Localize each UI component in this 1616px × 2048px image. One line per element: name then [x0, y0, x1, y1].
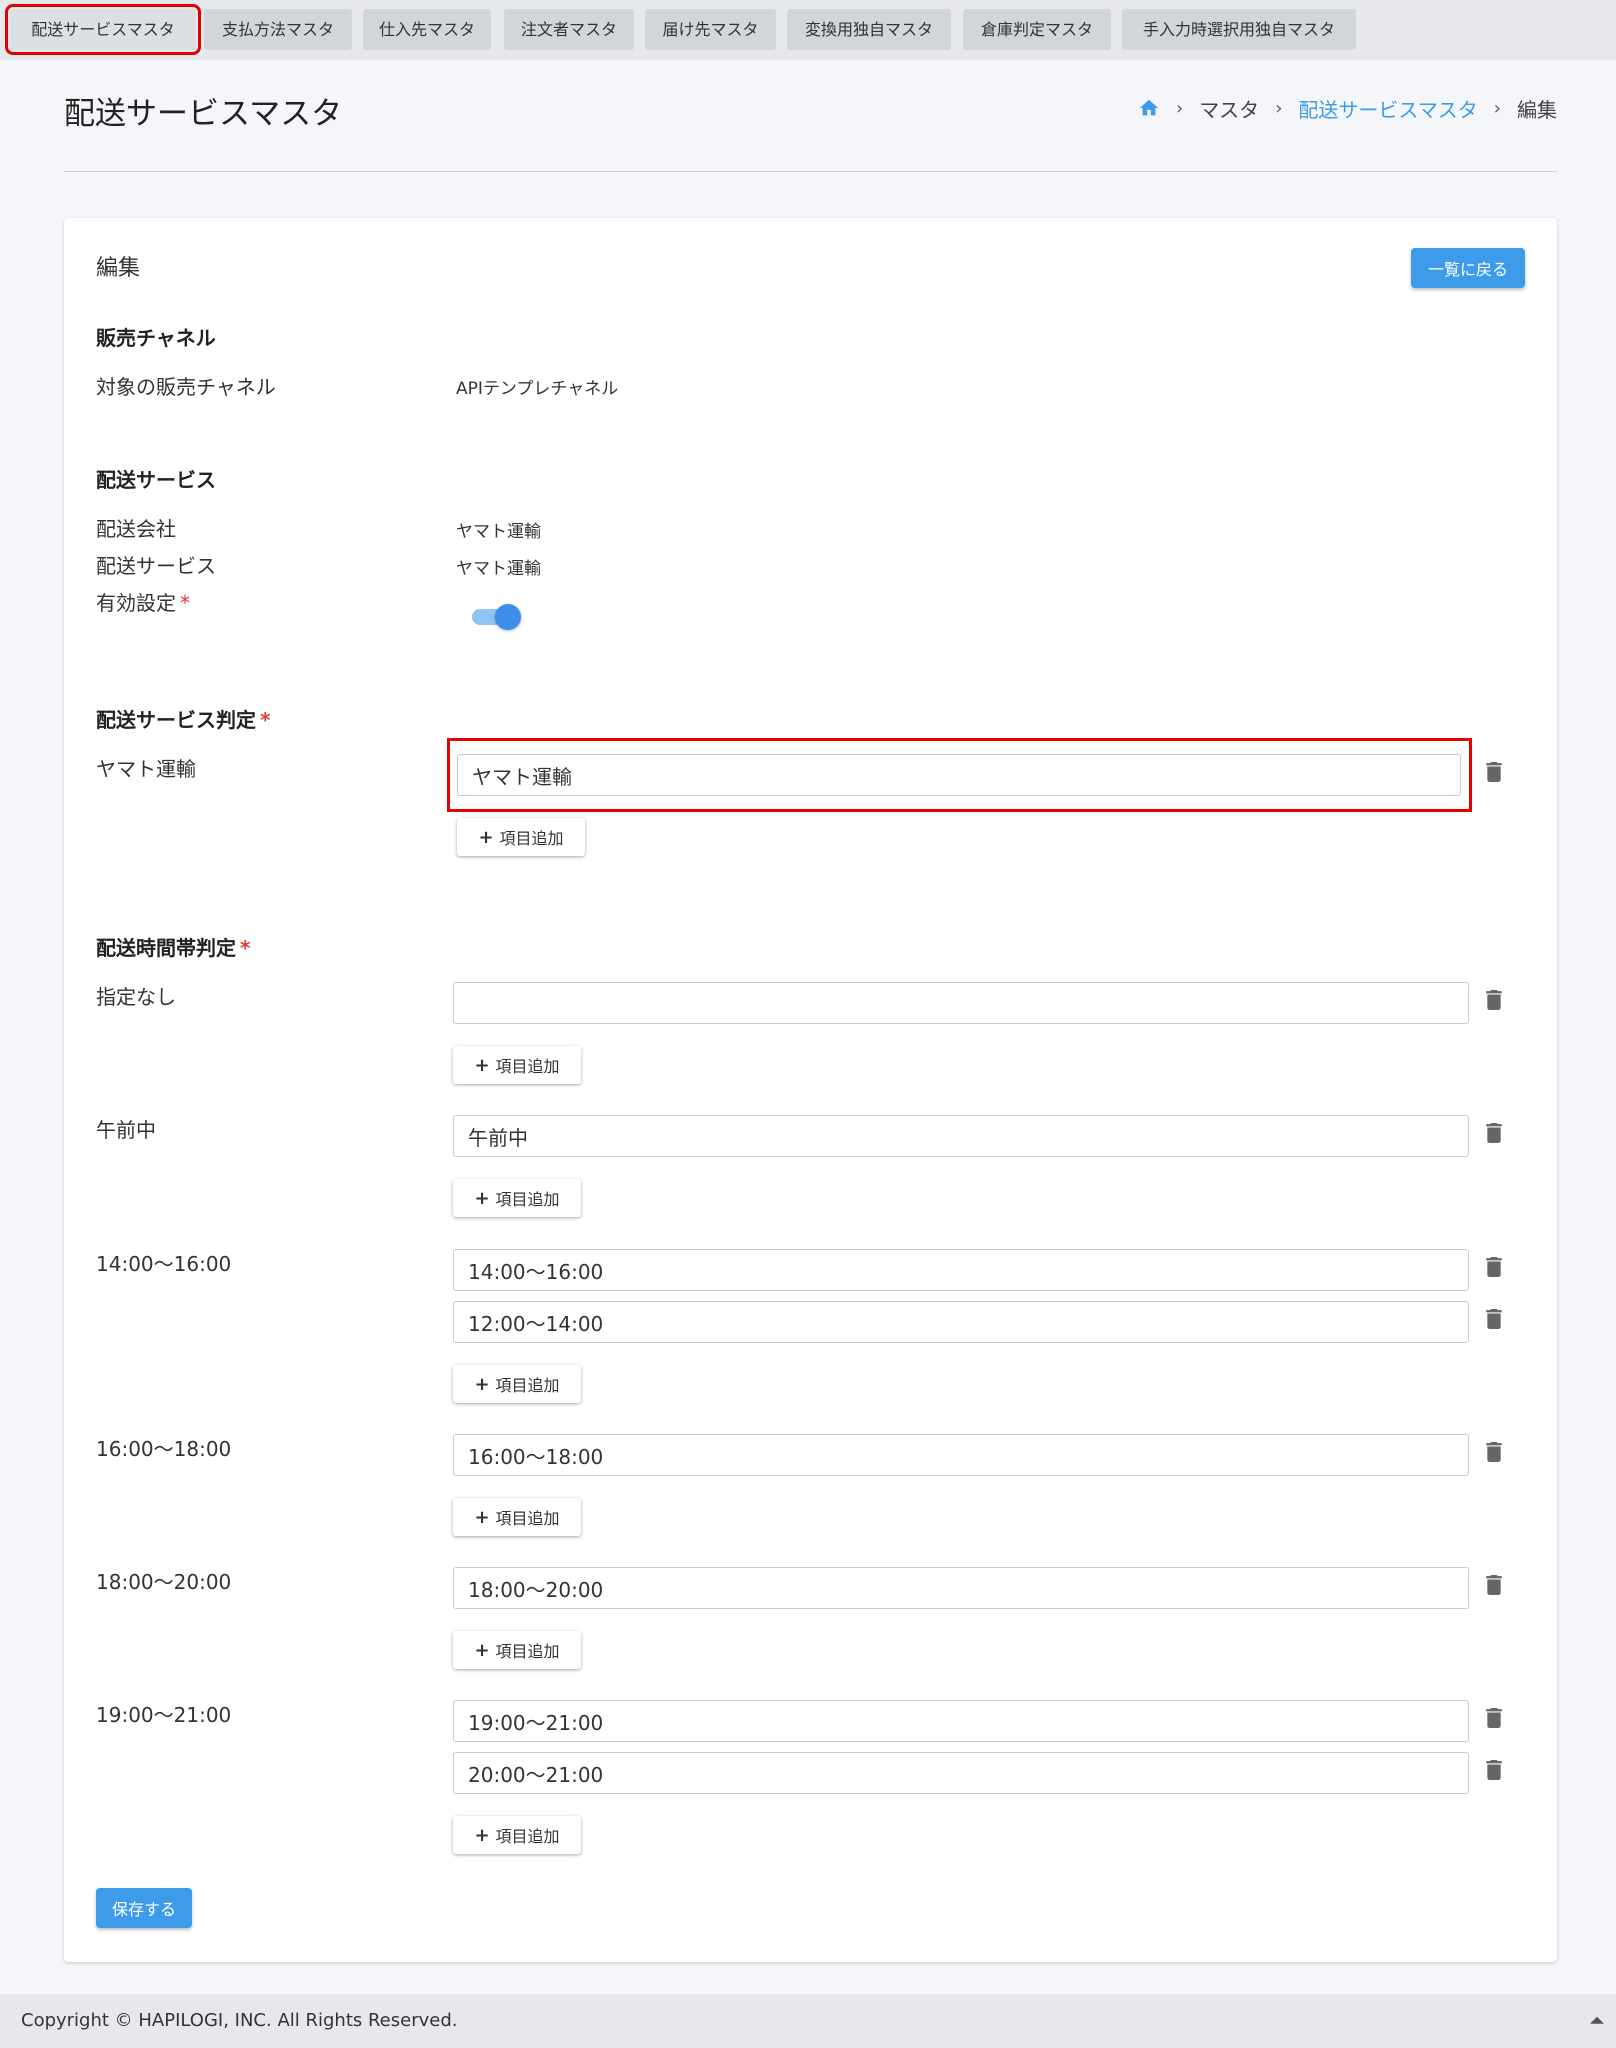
add-item-button[interactable]: + 項目追加 — [457, 818, 585, 856]
tab-warehouse-judgement-master[interactable]: 倉庫判定マスタ — [963, 9, 1111, 50]
add-item-label: 項目追加 — [495, 1190, 560, 1209]
plus-icon: + — [474, 1639, 490, 1661]
trash-icon[interactable] — [1486, 1257, 1502, 1277]
add-item-label: 項目追加 — [495, 1642, 560, 1661]
time-group-label-1900-2100: 19:00～21:00 — [96, 1703, 232, 1727]
required-mark: * — [240, 936, 251, 960]
time-group-label-1800-2000: 18:00～20:00 — [96, 1570, 232, 1594]
required-mark: * — [180, 591, 190, 615]
add-item-label: 項目追加 — [495, 1827, 560, 1846]
tab-delivery-destination-master[interactable]: 届け先マスタ — [645, 9, 776, 50]
trash-icon[interactable] — [1486, 1123, 1502, 1143]
toggle-knob — [495, 604, 521, 630]
enabled-setting-text: 有効設定 — [96, 591, 176, 615]
service-judgement-row-label: ヤマト運輸 — [96, 757, 196, 781]
chevron-right-icon: › — [1275, 97, 1283, 119]
time-group-label-1600-1800: 16:00～18:00 — [96, 1437, 232, 1461]
breadcrumb: › マスタ › 配送サービスマスタ › 編集 — [1138, 92, 1557, 124]
plus-icon: + — [478, 826, 494, 848]
home-icon[interactable] — [1138, 97, 1160, 119]
enabled-setting-label: 有効設定 * — [96, 587, 190, 616]
plus-icon: + — [474, 1373, 490, 1395]
add-item-label: 項目追加 — [499, 829, 564, 848]
time-judgement-input[interactable] — [453, 1434, 1469, 1476]
time-judgement-input[interactable] — [453, 1752, 1469, 1794]
enabled-toggle[interactable] — [470, 602, 522, 630]
tab-manual-input-custom-master[interactable]: 手入力時選択用独自マスタ — [1122, 9, 1356, 50]
tab-delivery-service-master[interactable]: 配送サービスマスタ — [5, 4, 201, 55]
trash-icon[interactable] — [1486, 1708, 1502, 1728]
time-judgement-input[interactable] — [453, 1301, 1469, 1343]
chevron-right-icon: › — [1175, 97, 1184, 119]
delivery-service-label: 配送サービス — [96, 554, 216, 578]
time-judgement-input[interactable] — [453, 1567, 1469, 1609]
page-title: 配送サービスマスタ — [64, 96, 343, 132]
add-item-button[interactable]: + 項目追加 — [453, 1816, 581, 1854]
master-tab-bar: 配送サービスマスタ 支払方法マスタ 仕入先マスタ 注文者マスタ 届け先マスタ 変… — [0, 0, 1616, 60]
sales-channel-label: 対象の販売チャネル — [96, 375, 276, 399]
time-judgement-input[interactable] — [453, 1115, 1469, 1157]
tab-orderer-master[interactable]: 注文者マスタ — [504, 9, 634, 50]
plus-icon: + — [474, 1054, 490, 1076]
required-mark: * — [260, 708, 271, 732]
delivery-service-value: ヤマト運輸 — [456, 559, 541, 579]
sales-channel-heading: 販売チャネル — [96, 326, 216, 350]
breadcrumb-item-delivery-service-master[interactable]: 配送サービスマスタ — [1298, 94, 1477, 123]
back-to-list-button[interactable]: 一覧に戻る — [1411, 248, 1525, 288]
plus-icon: + — [474, 1187, 490, 1209]
breadcrumb-item-edit: 編集 — [1517, 97, 1557, 122]
edit-card: 編集 一覧に戻る 販売チャネル 対象の販売チャネル APIテンプレチャネル 配送… — [64, 218, 1557, 1962]
service-judgement-input[interactable] — [457, 754, 1461, 796]
trash-icon[interactable] — [1486, 762, 1502, 782]
chevron-right-icon: › — [1493, 97, 1501, 119]
footer: Copyright © HAPILOGI, INC. All Rights Re… — [0, 1994, 1616, 2048]
plus-icon: + — [474, 1824, 490, 1846]
time-judgement-input[interactable] — [453, 982, 1469, 1024]
tab-conversion-custom-master[interactable]: 変換用独自マスタ — [787, 9, 951, 50]
save-button[interactable]: 保存する — [96, 1888, 192, 1928]
time-judgement-heading: 配送時間帯判定 * — [96, 932, 250, 961]
delivery-service-heading: 配送サービス — [96, 468, 216, 492]
time-judgement-heading-text: 配送時間帯判定 — [96, 936, 236, 960]
tab-payment-method-master[interactable]: 支払方法マスタ — [204, 9, 352, 50]
breadcrumb-item-master: マスタ — [1199, 97, 1260, 122]
sales-channel-value: APIテンプレチャネル — [456, 379, 619, 399]
tab-supplier-master[interactable]: 仕入先マスタ — [363, 9, 491, 50]
time-group-label-morning: 午前中 — [96, 1118, 156, 1142]
caret-up-icon[interactable] — [1590, 2014, 1604, 2028]
service-judgement-heading-text: 配送サービス判定 — [96, 708, 256, 732]
add-item-label: 項目追加 — [495, 1057, 560, 1076]
trash-icon[interactable] — [1486, 1575, 1502, 1595]
time-group-label-1400-1600: 14:00～16:00 — [96, 1252, 232, 1276]
trash-icon[interactable] — [1486, 990, 1502, 1010]
add-item-button[interactable]: + 項目追加 — [453, 1365, 581, 1403]
add-item-button[interactable]: + 項目追加 — [453, 1498, 581, 1536]
card-title: 編集 — [96, 256, 141, 281]
time-group-label-none: 指定なし — [96, 985, 176, 1009]
add-item-button[interactable]: + 項目追加 — [453, 1631, 581, 1669]
delivery-company-value: ヤマト運輸 — [456, 522, 541, 542]
time-judgement-input[interactable] — [453, 1249, 1469, 1291]
trash-icon[interactable] — [1486, 1760, 1502, 1780]
trash-icon[interactable] — [1486, 1442, 1502, 1462]
trash-icon[interactable] — [1486, 1309, 1502, 1329]
copyright-text: Copyright © HAPILOGI, INC. All Rights Re… — [21, 2010, 458, 2031]
service-judgement-heading: 配送サービス判定 * — [96, 704, 270, 733]
add-item-button[interactable]: + 項目追加 — [453, 1046, 581, 1084]
time-judgement-input[interactable] — [453, 1700, 1469, 1742]
add-item-label: 項目追加 — [495, 1376, 560, 1395]
delivery-company-label: 配送会社 — [96, 517, 176, 541]
add-item-label: 項目追加 — [495, 1509, 560, 1528]
header-divider — [64, 171, 1557, 172]
add-item-button[interactable]: + 項目追加 — [453, 1179, 581, 1217]
plus-icon: + — [474, 1506, 490, 1528]
